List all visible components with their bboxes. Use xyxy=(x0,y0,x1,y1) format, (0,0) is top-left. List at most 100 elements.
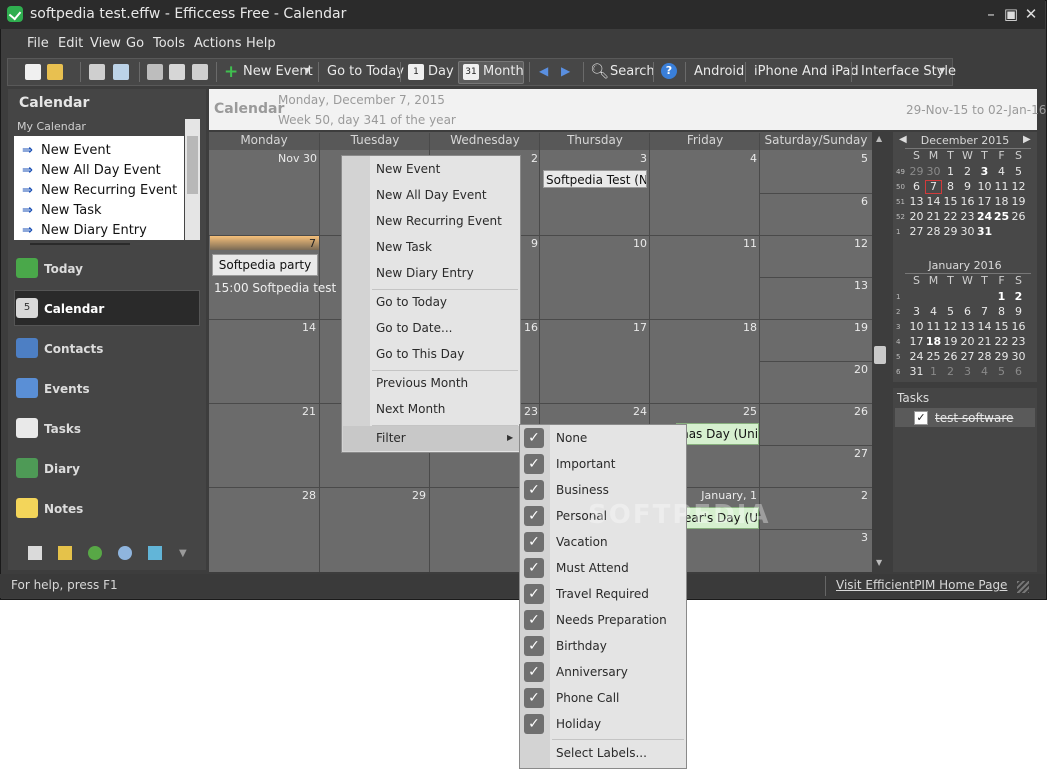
mini-day[interactable]: 11 xyxy=(993,180,1010,193)
calendar-event[interactable]: Softpedia Test (NYC xyxy=(543,170,647,188)
day-number[interactable]: 20 xyxy=(838,363,868,376)
minimize-icon[interactable]: – xyxy=(982,5,1000,23)
mini-day[interactable]: 21 xyxy=(925,210,942,223)
holiday-event[interactable]: mas Day (Unite xyxy=(676,423,759,445)
mini-day[interactable]: 2 xyxy=(1010,290,1027,303)
filter-item[interactable]: None xyxy=(556,431,587,445)
mini-day[interactable]: 8 xyxy=(942,180,959,193)
mini-day[interactable]: 20 xyxy=(908,210,925,223)
mini-day[interactable]: 28 xyxy=(976,350,993,363)
ctx-new-event[interactable]: New Event xyxy=(376,162,440,176)
filter-item[interactable]: Phone Call xyxy=(556,691,619,705)
maximize-icon[interactable]: ▣ xyxy=(1002,5,1020,23)
ctx-new-task[interactable]: New Task xyxy=(376,240,432,254)
mini-day[interactable]: 6 xyxy=(1010,365,1027,378)
mini-day[interactable]: 19 xyxy=(942,335,959,348)
print-icon[interactable] xyxy=(89,64,105,80)
day-number[interactable]: 26 xyxy=(838,405,868,418)
day-number[interactable]: 25 xyxy=(727,405,757,418)
list-item-new-event[interactable]: New Event xyxy=(41,143,111,158)
day-number[interactable]: 18 xyxy=(727,321,757,334)
day-number[interactable]: 6 xyxy=(838,195,868,208)
mini-day[interactable]: 24 xyxy=(976,210,993,223)
filter-item[interactable]: Needs Preparation xyxy=(556,613,667,627)
mini-day[interactable]: 23 xyxy=(959,210,976,223)
day-number[interactable]: 13 xyxy=(838,279,868,292)
cut-icon[interactable] xyxy=(147,64,163,80)
mini-day[interactable]: 22 xyxy=(993,335,1010,348)
mini-day[interactable]: 25 xyxy=(993,210,1010,223)
task-checkbox[interactable]: ✓ xyxy=(914,411,928,425)
day-number[interactable]: 27 xyxy=(838,447,868,460)
search-button[interactable]: Search xyxy=(610,64,655,79)
scrollbar-thumb[interactable] xyxy=(874,346,886,364)
day-number[interactable]: 3 xyxy=(838,531,868,544)
mini-day[interactable]: 14 xyxy=(976,320,993,333)
next-icon[interactable]: ▶ xyxy=(561,64,570,78)
mini-day[interactable]: 3 xyxy=(959,365,976,378)
globe-icon[interactable] xyxy=(88,546,102,560)
mini-day[interactable]: 17 xyxy=(976,195,993,208)
scrollbar-thumb[interactable] xyxy=(187,136,198,194)
day-number[interactable]: 10 xyxy=(617,237,647,250)
mini-day[interactable]: 8 xyxy=(993,305,1010,318)
day-number[interactable]: 17 xyxy=(617,321,647,334)
list-item-new-task[interactable]: New Task xyxy=(41,203,102,218)
filter-item[interactable]: Vacation xyxy=(556,535,608,549)
mini-day[interactable]: 16 xyxy=(959,195,976,208)
ctx-new-recurring-event[interactable]: New Recurring Event xyxy=(376,214,502,228)
mini-day[interactable]: 30 xyxy=(925,165,942,178)
android-button[interactable]: Android xyxy=(694,64,744,79)
month-view-button[interactable]: Month xyxy=(483,64,524,79)
mini-day[interactable]: 24 xyxy=(908,350,925,363)
list-item-new-recurring-event[interactable]: New Recurring Event xyxy=(41,183,177,198)
mini-day[interactable]: 14 xyxy=(925,195,942,208)
task-label[interactable]: test software xyxy=(935,411,1013,425)
day-view-icon[interactable]: 1 xyxy=(408,64,424,80)
nav-item-calendar-selected[interactable] xyxy=(14,290,200,326)
mini-day[interactable]: 29 xyxy=(993,350,1010,363)
mini-day[interactable]: 2 xyxy=(942,365,959,378)
ctx-next-month[interactable]: Next Month xyxy=(376,402,445,416)
ctx-new-all-day-event[interactable]: New All Day Event xyxy=(376,188,487,202)
menu-tools[interactable]: Tools xyxy=(153,36,185,51)
filter-item[interactable]: Must Attend xyxy=(556,561,629,575)
mini-day[interactable]: 5 xyxy=(993,365,1010,378)
open-folder-icon[interactable] xyxy=(47,64,63,80)
mini-day[interactable]: 29 xyxy=(942,225,959,238)
mini-day[interactable]: 29 xyxy=(908,165,925,178)
menu-help[interactable]: Help xyxy=(246,36,276,51)
day-number[interactable]: 4 xyxy=(727,152,757,165)
day-number[interactable]: 19 xyxy=(838,321,868,334)
day-number[interactable]: 28 xyxy=(286,489,316,502)
mini-day[interactable]: 20 xyxy=(959,335,976,348)
mini-day[interactable]: 1 xyxy=(942,165,959,178)
mini-day[interactable]: 12 xyxy=(1010,180,1027,193)
mini-day[interactable]: 5 xyxy=(1010,165,1027,178)
chevron-down-icon[interactable]: ▼ xyxy=(939,66,945,75)
splitter[interactable] xyxy=(30,243,130,245)
previous-icon[interactable]: ◀ xyxy=(539,64,548,78)
mini-day[interactable]: 15 xyxy=(942,195,959,208)
mini-day[interactable]: 28 xyxy=(925,225,942,238)
nav-notes[interactable]: Notes xyxy=(44,502,83,516)
resize-grip[interactable] xyxy=(1017,581,1029,593)
mini-day[interactable]: 11 xyxy=(925,320,942,333)
ctx-go-to-today[interactable]: Go to Today xyxy=(376,295,447,309)
nav-contacts[interactable]: Contacts xyxy=(44,342,103,356)
mini-day[interactable]: 1 xyxy=(925,365,942,378)
mini-day[interactable]: 9 xyxy=(1010,305,1027,318)
day-number[interactable]: 5 xyxy=(838,152,868,165)
homepage-link[interactable]: Visit EfficientPIM Home Page xyxy=(836,578,1007,592)
day-view-button[interactable]: Day xyxy=(428,64,454,79)
day-number[interactable]: 29 xyxy=(396,489,426,502)
chevron-down-icon[interactable]: ▼ xyxy=(179,548,187,559)
menu-view[interactable]: View xyxy=(90,36,121,51)
nav-today[interactable]: Today xyxy=(44,262,83,276)
mini-day[interactable]: 12 xyxy=(942,320,959,333)
menu-file[interactable]: File xyxy=(27,36,49,51)
filter-item[interactable]: Important xyxy=(556,457,616,471)
day-number[interactable]: 12 xyxy=(838,237,868,250)
day-number[interactable]: 3 xyxy=(617,152,647,165)
mini-day[interactable]: 13 xyxy=(908,195,925,208)
